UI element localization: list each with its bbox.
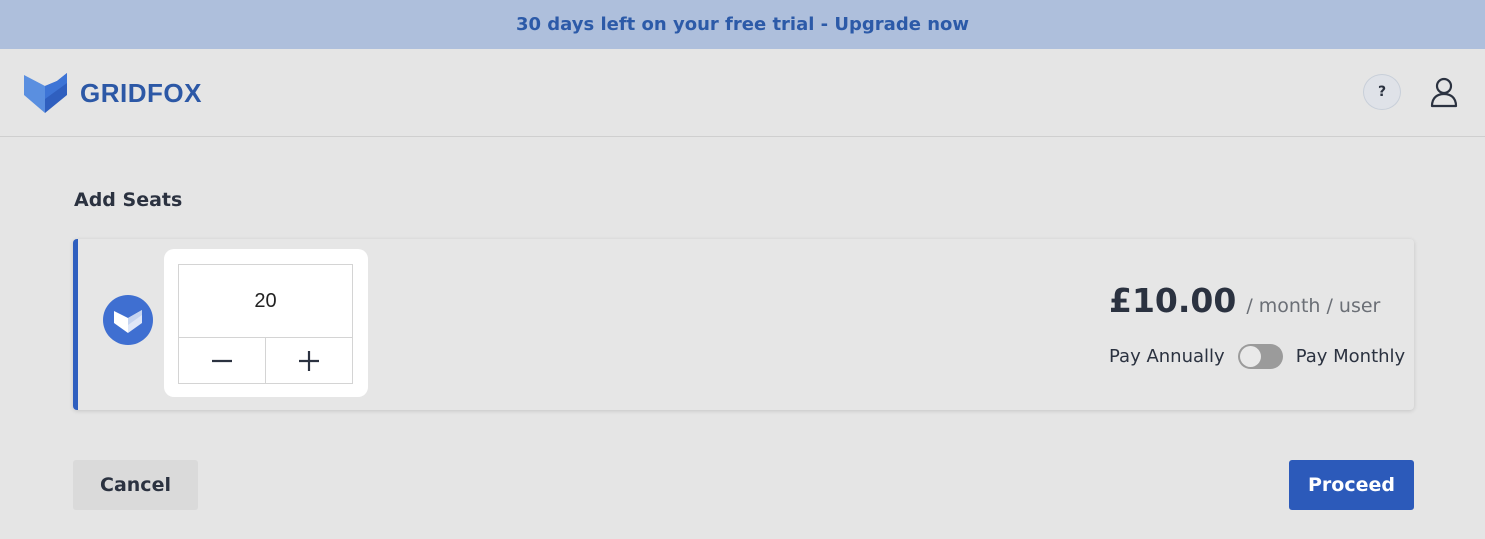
upgrade-link[interactable]: 30 days left on your free trial - Upgrad…	[516, 14, 969, 35]
plus-icon	[299, 350, 319, 371]
toggle-knob	[1239, 346, 1261, 367]
price-display: £10.00 / month / user	[1109, 281, 1380, 320]
seat-plan-card: £10.00 / month / user Pay Annually Pay M…	[73, 239, 1414, 410]
billing-period-toggle[interactable]	[1237, 344, 1283, 369]
pay-annually-label: Pay Annually	[1109, 346, 1225, 367]
minus-icon	[212, 359, 232, 362]
quantity-stepper	[178, 264, 353, 384]
gridfox-plan-icon	[103, 295, 153, 345]
cancel-button[interactable]: Cancel	[73, 460, 198, 510]
price-unit: / month / user	[1246, 295, 1381, 317]
price-amount: £10.00	[1109, 281, 1237, 320]
seat-stepper-panel	[164, 249, 368, 397]
pay-monthly-label: Pay Monthly	[1295, 346, 1406, 367]
proceed-button[interactable]: Proceed	[1289, 460, 1414, 510]
increment-seats-button[interactable]	[266, 338, 352, 383]
gridfox-logo-icon	[24, 73, 67, 113]
user-icon[interactable]	[1428, 76, 1460, 108]
decrement-seats-button[interactable]	[179, 338, 266, 383]
billing-period-toggle-row: Pay Annually Pay Monthly	[1109, 344, 1405, 369]
brand-name: GRIDFOX	[80, 77, 202, 108]
brand-logo[interactable]: GRIDFOX	[24, 73, 202, 113]
trial-banner: 30 days left on your free trial - Upgrad…	[0, 0, 1485, 49]
help-button[interactable]: ?	[1363, 74, 1401, 110]
help-icon: ?	[1377, 84, 1387, 100]
page-title: Add Seats	[74, 189, 183, 211]
app-header: GRIDFOX ?	[0, 49, 1485, 137]
seat-quantity-input[interactable]	[179, 265, 352, 338]
